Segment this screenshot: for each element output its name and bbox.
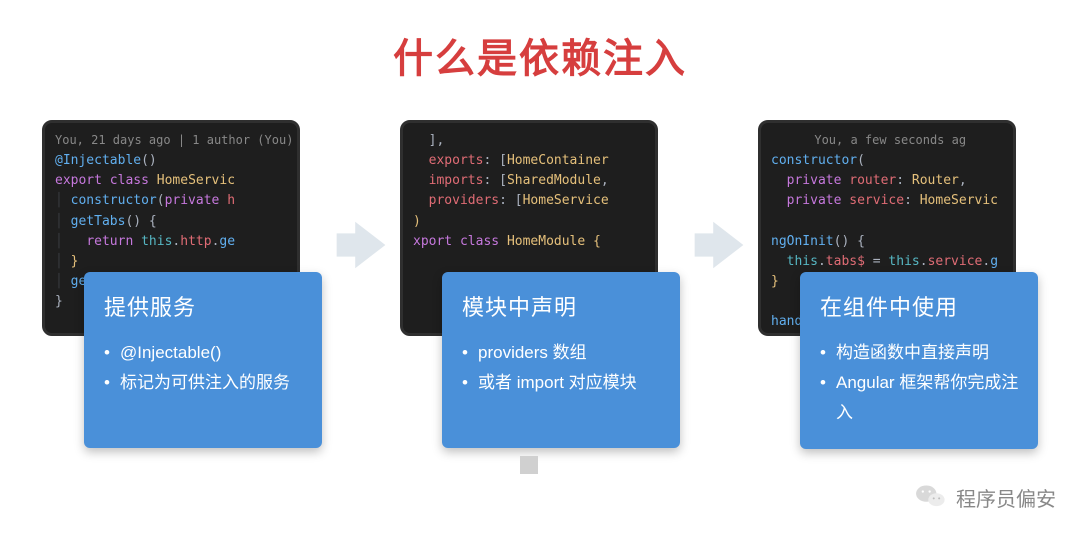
arrow-icon <box>680 120 758 336</box>
card-2-bullet-1: providers 数组 <box>462 338 662 368</box>
card-2: 模块中声明 providers 数组 或者 import 对应模块 <box>442 272 680 448</box>
card-1-bullet-2: 标记为可供注入的服务 <box>104 368 304 398</box>
card-3-bullets: 构造函数中直接声明 Angular 框架帮你完成注入 <box>820 338 1020 427</box>
card-1: 提供服务 @Injectable() 标记为可供注入的服务 <box>84 272 322 448</box>
card-3-bullet-1: 构造函数中直接声明 <box>820 338 1020 368</box>
column-2: ], exports: [HomeContainer imports: [Sha… <box>400 120 680 336</box>
page-title: 什么是依赖注入 <box>0 0 1080 84</box>
column-1: You, 21 days ago | 1 author (You) @Injec… <box>42 120 322 336</box>
watermark-text: 程序员偏安 <box>956 483 1056 512</box>
card-2-bullet-2: 或者 import 对应模块 <box>462 368 662 398</box>
card-3: 在组件中使用 构造函数中直接声明 Angular 框架帮你完成注入 <box>800 272 1038 449</box>
watermark: 程序员偏安 <box>914 480 1056 514</box>
card-2-title: 模块中声明 <box>462 290 662 322</box>
arrow-icon <box>322 120 400 336</box>
card-1-title: 提供服务 <box>104 290 304 322</box>
card-2-bullets: providers 数组 或者 import 对应模块 <box>462 338 662 398</box>
card-1-bullets: @Injectable() 标记为可供注入的服务 <box>104 338 304 398</box>
card-3-bullet-2: Angular 框架帮你完成注入 <box>820 368 1020 428</box>
card-1-bullet-1: @Injectable() <box>104 338 304 368</box>
column-3: You, a few seconds ag constructor( priva… <box>758 120 1038 336</box>
card-3-title: 在组件中使用 <box>820 290 1020 322</box>
decorative-square <box>520 456 538 474</box>
content-row: You, 21 days ago | 1 author (You) @Injec… <box>0 120 1080 336</box>
wechat-icon <box>914 480 948 514</box>
